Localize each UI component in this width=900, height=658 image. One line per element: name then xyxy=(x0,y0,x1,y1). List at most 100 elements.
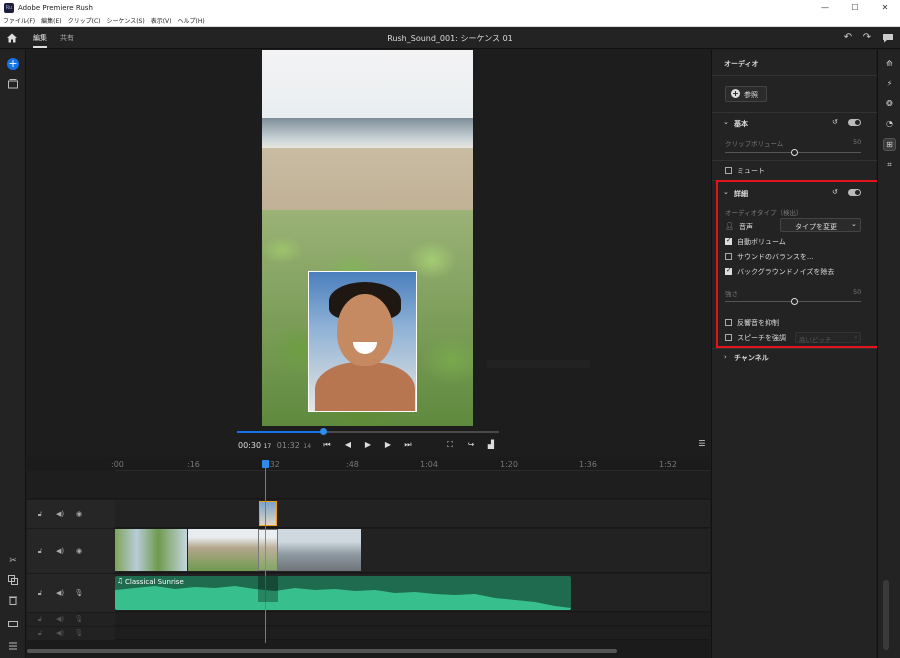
clip-volume-knob[interactable] xyxy=(791,149,798,156)
chevron-right-icon[interactable]: › xyxy=(724,353,727,361)
lock-icon[interactable]: 🔓︎ xyxy=(35,614,45,624)
empty-track xyxy=(27,471,710,499)
basic-heading[interactable]: 基本 xyxy=(734,119,748,129)
left-toolbar: + ✂ xyxy=(0,50,26,658)
audio-selection xyxy=(258,576,278,602)
ruler-tick: 1:52 xyxy=(659,460,677,469)
trash-icon[interactable] xyxy=(7,594,19,606)
export-frame-icon[interactable]: ↪ xyxy=(466,440,476,450)
menu-bar: ファイル(F) 編集(E) クリップ(C) シーケンス(S) 表示(V) ヘルプ… xyxy=(0,15,900,27)
menu-edit[interactable]: 編集(E) xyxy=(41,16,61,25)
lock-icon[interactable]: 🔓︎ xyxy=(35,628,45,638)
browse-label: 参照 xyxy=(744,91,758,99)
go-to-end-icon[interactable]: ⏭ xyxy=(403,440,413,450)
speed-icon[interactable]: ◔ xyxy=(884,118,895,129)
chevron-down-icon[interactable]: ⌄ xyxy=(723,118,729,126)
speaker-icon[interactable]: ◀︎) xyxy=(55,588,65,598)
eye-icon[interactable]: ◉ xyxy=(74,509,84,519)
video-clip-1[interactable] xyxy=(115,529,187,571)
menu-clip[interactable]: クリップ(C) xyxy=(68,16,101,25)
maximize-button[interactable]: ☐ xyxy=(840,0,870,15)
pip-clip[interactable] xyxy=(259,501,277,526)
redo-icon[interactable]: ↷ xyxy=(861,32,873,44)
clip-volume-label: クリップボリューム xyxy=(725,140,784,148)
fit-frame-icon[interactable]: ⛶ xyxy=(445,440,455,450)
timeline-ruler[interactable]: :00 :16 :32 :48 1:04 1:20 1:36 1:52 xyxy=(111,457,710,471)
speaker-icon[interactable]: ◀︎) xyxy=(55,546,65,556)
play-icon[interactable]: ▶ xyxy=(363,440,373,450)
duration-frames: 14 xyxy=(303,443,312,450)
microphone-icon[interactable]: 🎙︎ xyxy=(74,588,84,598)
empty-region xyxy=(487,360,590,368)
timeline-horizontal-scrollbar[interactable] xyxy=(27,649,617,653)
reset-icon[interactable]: ↺ xyxy=(832,118,838,126)
audio-track-3 xyxy=(27,627,710,640)
lock-icon[interactable]: 🔓︎ xyxy=(35,546,45,556)
go-to-start-icon[interactable]: ⏮ xyxy=(322,440,332,450)
step-back-icon[interactable]: ◀ xyxy=(343,440,353,450)
audio-track-2-header: 🔓︎ ◀︎) 🎙︎ xyxy=(27,613,115,626)
crop-icon[interactable]: ⌗ xyxy=(884,159,895,170)
menu-sequence[interactable]: シーケンス(S) xyxy=(107,16,145,25)
add-media-button[interactable]: + xyxy=(7,58,19,70)
browse-button[interactable]: + 参照 xyxy=(725,86,767,102)
close-button[interactable]: ✕ xyxy=(870,0,900,15)
scissors-icon[interactable]: ✂ xyxy=(7,555,19,567)
current-frames: 17 xyxy=(263,443,272,450)
audio-clip[interactable]: Classical Sunrise ♫ xyxy=(115,576,571,610)
basic-toggle[interactable] xyxy=(848,119,861,126)
titles-icon[interactable]: ⟰ xyxy=(884,58,895,69)
duration-time: 01:32 xyxy=(276,441,300,450)
channels-heading[interactable]: チャンネル xyxy=(734,353,769,363)
ruler-tick: 1:36 xyxy=(579,460,597,469)
timecode: 00:30 17 01:32 14 xyxy=(238,441,311,450)
track-settings-icon[interactable] xyxy=(7,618,19,630)
lock-icon[interactable]: 🔓︎ xyxy=(35,509,45,519)
app-icon: Ru xyxy=(4,2,14,13)
current-time: 00:30 xyxy=(238,441,262,450)
playhead-selection xyxy=(258,529,278,571)
transitions-icon[interactable]: ⚡︎ xyxy=(884,78,895,89)
ruler-tick: 1:20 xyxy=(500,460,518,469)
speaker-icon[interactable]: ◀︎) xyxy=(55,614,65,624)
timeline-list-icon[interactable] xyxy=(7,640,19,652)
scrubber-knob[interactable] xyxy=(320,428,327,435)
color-icon[interactable]: ❂ xyxy=(884,98,895,109)
menu-help[interactable]: ヘルプ(H) xyxy=(178,16,205,25)
clip-volume-value: 50 xyxy=(853,138,862,146)
panel-vertical-scrollbar[interactable] xyxy=(883,580,889,650)
video-clip-3[interactable] xyxy=(278,529,361,571)
step-forward-icon[interactable]: ▶ xyxy=(383,440,393,450)
picture-in-picture-overlay[interactable] xyxy=(308,271,417,412)
menu-file[interactable]: ファイル(F) xyxy=(3,16,35,25)
undo-icon[interactable]: ↶ xyxy=(842,32,854,44)
audio-track-2 xyxy=(27,613,710,626)
scrubber-fill xyxy=(237,431,324,433)
timeline-menu-icon[interactable]: ☰ xyxy=(697,439,707,449)
microphone-icon[interactable]: 🎙︎ xyxy=(74,628,84,638)
audio-track-1-header: 🔓︎ ◀︎) 🎙︎ xyxy=(27,574,115,612)
menu-view[interactable]: 表示(V) xyxy=(151,16,172,25)
lock-icon[interactable]: 🔓︎ xyxy=(35,588,45,598)
title-bar: Ru Adobe Premiere Rush — ☐ ✕ xyxy=(0,0,900,15)
audio-icon[interactable]: ⊞ xyxy=(883,138,896,151)
comment-icon[interactable] xyxy=(882,32,894,44)
duplicate-icon[interactable] xyxy=(7,574,19,586)
quality-icon[interactable]: ▟ xyxy=(486,440,496,450)
panel-title: オーディオ xyxy=(724,60,759,68)
media-icon[interactable] xyxy=(7,78,19,90)
speaker-icon[interactable]: ◀︎) xyxy=(55,628,65,638)
eye-icon[interactable]: ◉ xyxy=(74,546,84,556)
minimize-button[interactable]: — xyxy=(810,0,840,15)
ruler-tick: :00 xyxy=(111,460,124,469)
playback-scrubber[interactable] xyxy=(237,428,499,435)
ruler-tick: :48 xyxy=(346,460,359,469)
right-toolbar: ⟰ ⚡︎ ❂ ◔ ⊞ ⌗ xyxy=(877,50,900,658)
speaker-icon[interactable]: ◀︎) xyxy=(55,509,65,519)
microphone-icon[interactable]: 🎙︎ xyxy=(74,614,84,624)
mute-checkbox[interactable] xyxy=(725,167,732,174)
audio-track-3-header: 🔓︎ ◀︎) 🎙︎ xyxy=(27,627,115,640)
add-circle-icon: + xyxy=(731,89,740,98)
video-track-2-header: 🔓︎ ◀︎) ◉ xyxy=(27,500,115,528)
highlight-box xyxy=(716,180,879,348)
